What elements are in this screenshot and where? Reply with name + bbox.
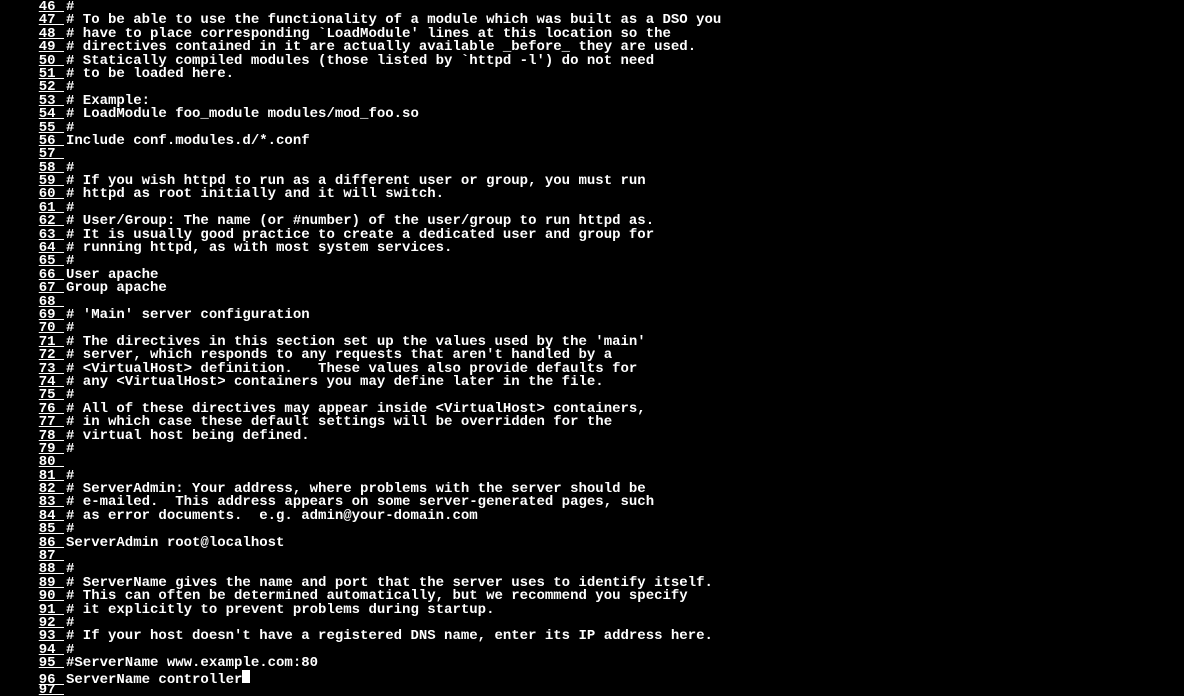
editor-line[interactable]: 57 (0, 147, 1184, 160)
editor-line[interactable]: 49 # directives contained in it are actu… (0, 40, 1184, 53)
editor-line[interactable]: 72 # server, which responds to any reque… (0, 348, 1184, 361)
editor-line[interactable]: 86 ServerAdmin root@localhost (0, 536, 1184, 549)
line-content[interactable]: # 'Main' server configuration (66, 308, 310, 322)
editor-line[interactable]: 53 # Example: (0, 94, 1184, 107)
editor-line[interactable]: 71 # The directives in this section set … (0, 335, 1184, 348)
editor-line[interactable]: 70 # (0, 321, 1184, 334)
line-content[interactable]: # in which case these default settings w… (66, 415, 612, 429)
editor-line[interactable]: 51 # to be loaded here. (0, 67, 1184, 80)
editor-line[interactable]: 69 # 'Main' server configuration (0, 308, 1184, 321)
line-content[interactable]: # any <VirtualHost> containers you may d… (66, 375, 604, 389)
editor-line[interactable]: 50 # Statically compiled modules (those … (0, 54, 1184, 67)
editor-line[interactable]: 94 # (0, 643, 1184, 656)
line-number: 77 (0, 415, 66, 429)
text-editor-viewport[interactable]: 46 #47 # To be able to use the functiona… (0, 0, 1184, 696)
editor-line[interactable]: 62 # User/Group: The name (or #number) o… (0, 214, 1184, 227)
editor-line[interactable]: 77 # in which case these default setting… (0, 415, 1184, 428)
editor-line[interactable]: 68 (0, 295, 1184, 308)
editor-line[interactable]: 96 ServerName controller (0, 670, 1184, 683)
line-number: 97 (0, 683, 66, 696)
editor-line[interactable]: 88 # (0, 562, 1184, 575)
editor-line[interactable]: 80 (0, 455, 1184, 468)
editor-line[interactable]: 95 #ServerName www.example.com:80 (0, 656, 1184, 669)
editor-line[interactable]: 46 # (0, 0, 1184, 13)
line-content[interactable]: Group apache (66, 281, 167, 295)
editor-line[interactable]: 91 # it explicitly to prevent problems d… (0, 603, 1184, 616)
editor-line[interactable]: 73 # <VirtualHost> definition. These val… (0, 362, 1184, 375)
line-content[interactable]: # httpd as root initially and it will sw… (66, 187, 444, 201)
line-content[interactable]: ServerName controller (66, 673, 242, 687)
editor-line[interactable]: 82 # ServerAdmin: Your address, where pr… (0, 482, 1184, 495)
line-content[interactable]: # as error documents. e.g. admin@your-do… (66, 509, 478, 523)
editor-line[interactable]: 54 # LoadModule foo_module modules/mod_f… (0, 107, 1184, 120)
line-content[interactable]: # to be loaded here. (66, 67, 234, 81)
editor-line[interactable]: 85 # (0, 522, 1184, 535)
editor-line[interactable]: 84 # as error documents. e.g. admin@your… (0, 509, 1184, 522)
editor-line[interactable]: 52 # (0, 80, 1184, 93)
editor-line[interactable]: 67 Group apache (0, 281, 1184, 294)
line-content[interactable]: # (66, 442, 74, 456)
editor-line[interactable]: 93 # If your host doesn't have a registe… (0, 629, 1184, 642)
line-number: 95 (0, 656, 66, 670)
editor-line[interactable]: 61 # (0, 201, 1184, 214)
line-content[interactable]: # If your host doesn't have a registered… (66, 629, 713, 643)
editor-line[interactable]: 55 # (0, 121, 1184, 134)
editor-line[interactable]: 63 # It is usually good practice to crea… (0, 228, 1184, 241)
editor-line[interactable]: 59 # If you wish httpd to run as a diffe… (0, 174, 1184, 187)
line-content[interactable]: #ServerName www.example.com:80 (66, 656, 318, 670)
editor-line[interactable]: 81 # (0, 469, 1184, 482)
line-content[interactable]: ServerAdmin root@localhost (66, 536, 284, 550)
editor-line[interactable]: 78 # virtual host being defined. (0, 429, 1184, 442)
editor-line[interactable]: 92 # (0, 616, 1184, 629)
editor-line[interactable]: 79 # (0, 442, 1184, 455)
line-content[interactable]: # LoadModule foo_module modules/mod_foo.… (66, 107, 419, 121)
editor-line[interactable]: 60 # httpd as root initially and it will… (0, 187, 1184, 200)
editor-line[interactable]: 47 # To be able to use the functionality… (0, 13, 1184, 26)
line-content[interactable]: Include conf.modules.d/*.conf (66, 134, 310, 148)
text-cursor (242, 670, 250, 683)
editor-line[interactable]: 58 # (0, 161, 1184, 174)
line-content[interactable]: # it explicitly to prevent problems duri… (66, 603, 494, 617)
editor-line[interactable]: 66 User apache (0, 268, 1184, 281)
editor-line[interactable]: 75 # (0, 388, 1184, 401)
editor-line[interactable]: 64 # running httpd, as with most system … (0, 241, 1184, 254)
editor-line[interactable]: 74 # any <VirtualHost> containers you ma… (0, 375, 1184, 388)
editor-line[interactable]: 65 # (0, 254, 1184, 267)
line-content[interactable]: # running httpd, as with most system ser… (66, 241, 452, 255)
editor-line[interactable]: 90 # This can often be determined automa… (0, 589, 1184, 602)
editor-line[interactable]: 48 # have to place corresponding `LoadMo… (0, 27, 1184, 40)
editor-line[interactable]: 89 # ServerName gives the name and port … (0, 576, 1184, 589)
editor-line[interactable]: 76 # All of these directives may appear … (0, 402, 1184, 415)
editor-line[interactable]: 56 Include conf.modules.d/*.conf (0, 134, 1184, 147)
editor-line[interactable]: 87 (0, 549, 1184, 562)
line-content[interactable]: # virtual host being defined. (66, 429, 310, 443)
editor-line[interactable]: 83 # e-mailed. This address appears on s… (0, 495, 1184, 508)
